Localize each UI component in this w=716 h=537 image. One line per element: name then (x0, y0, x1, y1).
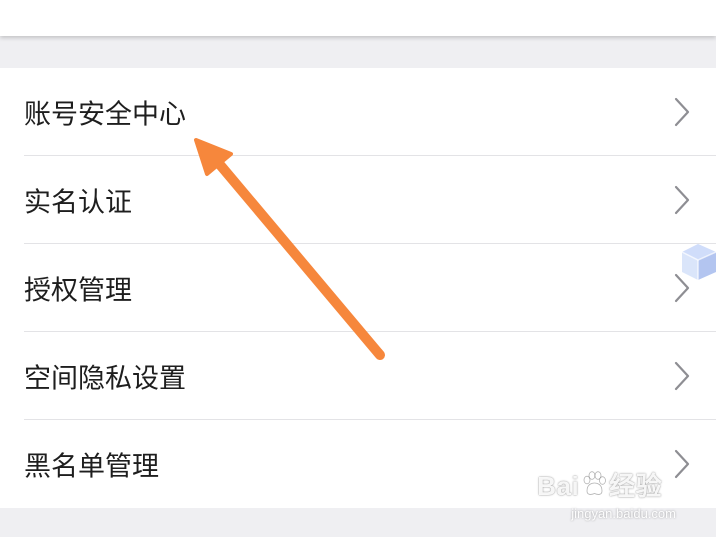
chevron-right-icon (674, 361, 690, 391)
top-card (0, 0, 716, 36)
chevron-right-icon (674, 97, 690, 127)
chevron-right-icon (674, 449, 690, 479)
chevron-right-icon (674, 273, 690, 303)
settings-menu-list: 账号安全中心 实名认证 授权管理 空间隐私设置 黑名单管理 (0, 68, 716, 508)
menu-item-space-privacy-settings[interactable]: 空间隐私设置 (0, 332, 716, 420)
menu-item-label: 黑名单管理 (24, 451, 159, 483)
chevron-right-icon (674, 185, 690, 215)
menu-item-label: 授权管理 (24, 275, 132, 307)
menu-item-real-name-verification[interactable]: 实名认证 (0, 156, 716, 244)
menu-item-label: 账号安全中心 (24, 99, 186, 131)
menu-item-label: 实名认证 (24, 187, 132, 219)
menu-item-blacklist-management[interactable]: 黑名单管理 (0, 420, 716, 508)
watermark-url: jingyan.baidu.com (571, 506, 676, 521)
menu-item-authorization-management[interactable]: 授权管理 (0, 244, 716, 332)
menu-item-account-security[interactable]: 账号安全中心 (0, 68, 716, 156)
menu-item-label: 空间隐私设置 (24, 363, 186, 395)
